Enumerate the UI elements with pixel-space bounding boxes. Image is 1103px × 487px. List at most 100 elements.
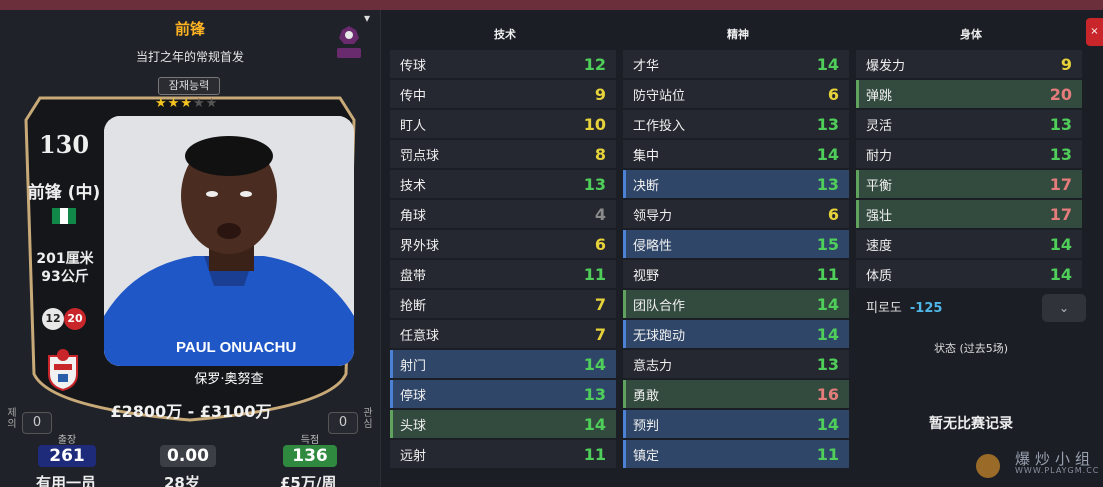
mental-attribute-row[interactable]: 勇敢 16 [623, 380, 849, 408]
attribute-name: 爆发力 [866, 58, 906, 74]
physical-attribute-row[interactable]: 强壮 17 [856, 200, 1082, 228]
mental-attribute-row[interactable]: 视野 11 [623, 260, 849, 288]
attribute-name: 体质 [866, 268, 893, 284]
physical-attribute-row[interactable]: 平衡 17 [856, 170, 1082, 198]
physical-attribute-row[interactable]: 体质 14 [856, 260, 1082, 288]
appearances-value: 261 [38, 445, 96, 467]
mental-attribute-row[interactable]: 决断 13 [623, 170, 849, 198]
attribute-value: 14 [816, 324, 839, 344]
technical-attribute-row[interactable]: 罚点球 8 [390, 140, 616, 168]
potential-label: 잠재능력 [158, 77, 220, 95]
nationality-flag-icon [52, 208, 76, 224]
technical-attribute-row[interactable]: 盘带 11 [390, 260, 616, 288]
attribute-value: 12 [583, 54, 606, 74]
attribute-name: 平衡 [866, 178, 893, 194]
attribute-name: 才华 [633, 58, 660, 74]
attribute-name: 预判 [633, 418, 660, 434]
attribute-name: 头球 [400, 418, 427, 434]
technical-attribute-row[interactable]: 停球 13 [390, 380, 616, 408]
height: 201厘米 [36, 251, 94, 267]
attribute-name: 抢断 [400, 298, 427, 314]
attribute-name: 强壮 [866, 208, 893, 224]
attribute-value: 14 [1049, 264, 1072, 284]
fatigue-label: 피로도 [866, 301, 902, 316]
attribute-value: 17 [1049, 204, 1072, 224]
technical-attribute-row[interactable]: 头球 14 [390, 410, 616, 438]
close-button[interactable]: × [1086, 18, 1103, 46]
chevron-down-icon[interactable]: ▾ [364, 11, 370, 25]
squad-status: 有用一员 [36, 474, 97, 487]
attribute-name: 无球跑动 [633, 328, 686, 344]
attribute-value: 14 [816, 294, 839, 314]
attribute-value: 9 [1060, 54, 1072, 74]
attribute-name: 灵活 [866, 118, 893, 134]
attribute-value: 6 [594, 234, 606, 254]
attribute-value: 14 [816, 144, 839, 164]
attribute-name: 传球 [400, 58, 427, 74]
technical-attribute-row[interactable]: 射门 14 [390, 350, 616, 378]
technical-attribute-row[interactable]: 盯人 10 [390, 110, 616, 138]
attribute-value: 13 [816, 174, 839, 194]
attribute-value: 4 [594, 204, 606, 224]
physical-attribute-row[interactable]: 灵活 13 [856, 110, 1082, 138]
attribute-name: 速度 [866, 238, 893, 254]
attribute-name: 停球 [400, 388, 427, 404]
attribute-name: 罚点球 [400, 148, 440, 164]
physical-attribute-row[interactable]: 弹跳 20 [856, 80, 1082, 108]
card-position: 前锋 (中) [27, 183, 101, 203]
attribute-value: 13 [583, 384, 606, 404]
attribute-value: 7 [594, 324, 606, 344]
player-portrait-image: PAUL ONUACHU [104, 116, 354, 366]
mental-attribute-row[interactable]: 侵略性 15 [623, 230, 849, 258]
attribute-value: 11 [583, 444, 606, 464]
attribute-name: 传中 [400, 88, 427, 104]
form-label: 状态 (过去5场) [933, 342, 1009, 355]
attribute-value: 13 [1049, 144, 1072, 164]
attribute-value: 13 [816, 114, 839, 134]
mental-attribute-row[interactable]: 防守站位 6 [623, 80, 849, 108]
attribute-name: 弹跳 [866, 88, 893, 104]
attribute-name: 视野 [633, 268, 660, 284]
technical-attribute-row[interactable]: 远射 11 [390, 440, 616, 468]
technical-attribute-row[interactable]: 技术 13 [390, 170, 616, 198]
physical-attribute-row[interactable]: 爆发力 9 [856, 50, 1082, 78]
attribute-value: 9 [594, 84, 606, 104]
attribute-value: 11 [816, 444, 839, 464]
mental-attribute-row[interactable]: 无球跑动 14 [623, 320, 849, 348]
transfer-value: £2800万 - £3100万 [110, 402, 272, 421]
attribute-name: 界外球 [400, 238, 440, 254]
mental-attribute-row[interactable]: 才华 14 [623, 50, 849, 78]
attribute-value: 16 [816, 384, 839, 404]
physical-attribute-row[interactable]: 速度 14 [856, 230, 1082, 258]
mental-attribute-row[interactable]: 领导力 6 [623, 200, 849, 228]
technical-attribute-row[interactable]: 角球 4 [390, 200, 616, 228]
fatigue-dropdown-button[interactable]: ⌄ [1042, 294, 1086, 322]
attribute-name: 集中 [633, 148, 660, 164]
role-subtitle: 当打之年的常规首发 [135, 50, 244, 64]
physical-header: 身体 [960, 28, 982, 41]
physical-attribute-row[interactable]: 耐力 13 [856, 140, 1082, 168]
mental-attribute-row[interactable]: 意志力 13 [623, 350, 849, 378]
mental-header: 精神 [727, 28, 749, 41]
star-filled-icon: ★ [167, 96, 181, 111]
fatigue: 피로도 -125 [866, 297, 942, 316]
attribute-name: 任意球 [400, 328, 440, 344]
mental-attribute-row[interactable]: 工作投入 13 [623, 110, 849, 138]
attribute-value: 13 [583, 174, 606, 194]
attribute-value: 13 [1049, 114, 1072, 134]
technical-attribute-row[interactable]: 传球 12 [390, 50, 616, 78]
attribute-value: 14 [583, 354, 606, 374]
attribute-name: 盘带 [400, 268, 427, 284]
attribute-value: 20 [1049, 84, 1072, 104]
attribute-name: 团队合作 [633, 298, 686, 314]
technical-attribute-row[interactable]: 传中 9 [390, 80, 616, 108]
weight: 93公斤 [41, 269, 89, 285]
technical-attribute-row[interactable]: 界外球 6 [390, 230, 616, 258]
mental-attribute-row[interactable]: 集中 14 [623, 140, 849, 168]
goals-label: 득점 [300, 435, 320, 446]
mental-attribute-row[interactable]: 团队合作 14 [623, 290, 849, 318]
mental-attribute-row[interactable]: 预判 14 [623, 410, 849, 438]
technical-attribute-row[interactable]: 抢断 7 [390, 290, 616, 318]
mental-attribute-row[interactable]: 镇定 11 [623, 440, 849, 468]
technical-attribute-row[interactable]: 任意球 7 [390, 320, 616, 348]
